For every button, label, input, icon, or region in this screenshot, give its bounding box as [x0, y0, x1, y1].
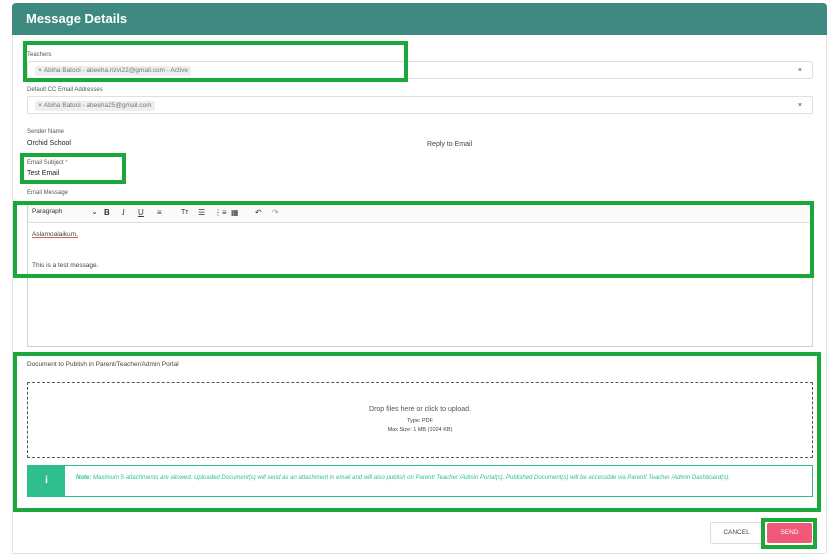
italic-button[interactable]: I [122, 208, 125, 218]
email-message-editor[interactable]: Paragraph ⌄ B I U ≡ Tт ☰ ⋮≡ ▦ ↶ ↷ Aslamo… [27, 203, 813, 347]
underline-button[interactable]: U [138, 208, 144, 218]
numbered-list-icon[interactable]: ⋮≡ [214, 208, 227, 218]
email-subject-label: Email Subject * [27, 160, 68, 166]
cc-tag: × Abiha Batool - abeeha25@gmail.com [35, 101, 155, 111]
teachers-clear-icon[interactable]: × [798, 67, 802, 74]
cc-clear-icon[interactable]: × [798, 102, 802, 109]
cc-label: Default CC Email Addresses [27, 87, 103, 93]
message-line-greeting: Aslamoalaikum, [32, 231, 78, 238]
dropzone-type: Type: PDF [407, 418, 433, 424]
note-body: Maximum 5 attachments are allowed. Uploa… [93, 475, 730, 481]
cc-tag-text: Abiha Batool - abeeha25@gmail.com [43, 102, 152, 109]
dropzone-size: Max Size: 1 MB (1024 KB) [387, 427, 453, 433]
sender-name-label: Sender Name [27, 129, 65, 135]
note-icon-box: i [28, 466, 65, 496]
teachers-tag-text: Abiha Batool - abeeha.rizvi22@gmail.com … [43, 67, 189, 74]
cancel-button[interactable]: CANCEL [710, 522, 763, 544]
note-text: Note: Maximum 5 attachments are allowed.… [76, 474, 806, 483]
required-mark: * [65, 160, 68, 166]
redo-icon[interactable]: ↷ [272, 208, 279, 218]
info-icon: i [45, 475, 48, 486]
teachers-tag-remove-icon[interactable]: × [38, 67, 42, 74]
page-title: Message Details [26, 11, 128, 26]
email-subject-label-text: Email Subject [27, 160, 64, 166]
undo-icon[interactable]: ↶ [255, 208, 262, 218]
email-message-label: Email Message [27, 190, 69, 196]
bold-button[interactable]: B [104, 208, 110, 218]
table-icon[interactable]: ▦ [231, 208, 239, 218]
file-dropzone[interactable]: Drop files here or click to upload. Type… [27, 382, 813, 458]
reply-to-email-label: Reply to Email [427, 141, 473, 148]
bullet-list-icon[interactable]: ☰ [198, 208, 205, 218]
paragraph-format-value: Paragraph [32, 208, 63, 215]
note-prefix: Note: [76, 475, 92, 481]
sender-name-value[interactable]: Orchid School [27, 140, 71, 147]
message-line-body: This is a test message. [32, 262, 99, 269]
cc-tag-remove-icon[interactable]: × [38, 102, 42, 109]
chevron-down-icon: ⌄ [91, 207, 98, 216]
attachment-note: i Note: Maximum 5 attachments are allowe… [27, 465, 813, 497]
send-button[interactable]: SEND [767, 523, 812, 543]
message-details-page: Message Details Teachers × Abiha Batool -… [0, 0, 835, 554]
align-icon[interactable]: ≡ [157, 208, 162, 218]
page-header: Message Details [12, 3, 827, 35]
email-subject-input[interactable]: Test Email [27, 170, 59, 177]
paragraph-format-select[interactable]: Paragraph ⌄ [32, 207, 98, 216]
document-label: Document to Publish in Parent/Teacher/Ad… [27, 361, 179, 368]
cc-select[interactable]: × Abiha Batool - abeeha25@gmail.com × [27, 96, 813, 114]
teachers-tag: × Abiha Batool - abeeha.rizvi22@gmail.com… [35, 66, 192, 76]
text-size-icon[interactable]: Tт [181, 208, 188, 218]
dropzone-text: Drop files here or click to upload. [369, 406, 471, 413]
editor-toolbar: Paragraph ⌄ B I U ≡ Tт ☰ ⋮≡ ▦ ↶ ↷ [28, 204, 812, 223]
teachers-label: Teachers [27, 52, 52, 58]
teachers-select[interactable]: × Abiha Batool - abeeha.rizvi22@gmail.com… [27, 61, 813, 79]
